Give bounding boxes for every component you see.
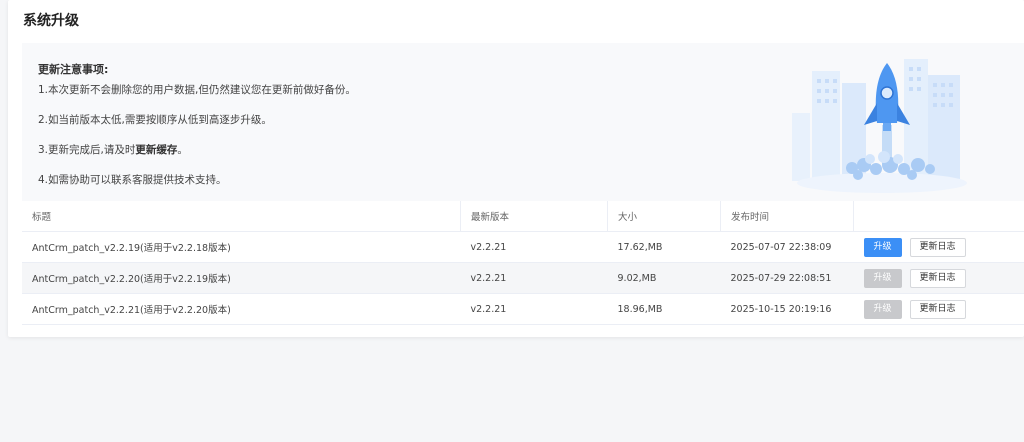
row-size: 9.02,MB (607, 262, 721, 294)
notice-item-3-post: 。 (177, 144, 188, 156)
page-title: 系统升级 (23, 13, 79, 29)
row-actions: 升级 更新日志 (853, 293, 1024, 325)
row-version: v2.2.21 (460, 231, 608, 263)
row-actions: 升级 更新日志 (853, 231, 1024, 263)
upgrade-button: 升级 (863, 299, 902, 319)
row-title: AntCrm_patch_v2.2.19(适用于v2.2.18版本) (22, 231, 461, 263)
changelog-button[interactable]: 更新日志 (909, 237, 966, 257)
upgrade-button[interactable]: 升级 (863, 237, 902, 257)
rocket-launch-illustration (792, 59, 967, 193)
column-size: 大小 (607, 201, 721, 232)
patch-table: 标题 最新版本 大小 发布时间 AntCrm_patch_v2.2.19(适用于… (22, 201, 1024, 325)
upgrade-card: 系统升级 更新注意事项: 1.本次更新不会删除您的用户数据,但仍然建议您在更新前… (8, 0, 1024, 337)
notice-heading: 更新注意事项: (38, 63, 109, 76)
row-date: 2025-10-15 20:19:16 (720, 293, 854, 325)
notice-panel: 更新注意事项: 1.本次更新不会删除您的用户数据,但仍然建议您在更新前做好备份。… (22, 43, 1024, 201)
row-size: 18.96,MB (607, 293, 721, 325)
row-size: 17.62,MB (607, 231, 721, 263)
row-date: 2025-07-29 22:08:51 (720, 262, 854, 294)
column-version: 最新版本 (460, 201, 608, 232)
table-header-row: 标题 最新版本 大小 发布时间 (22, 201, 1024, 232)
row-version: v2.2.21 (460, 293, 608, 325)
notice-item-1: 1.本次更新不会删除您的用户数据,但仍然建议您在更新前做好备份。 (38, 84, 356, 96)
table-row: AntCrm_patch_v2.2.20(适用于v2.2.19版本) v2.2.… (22, 262, 1024, 294)
table-row: AntCrm_patch_v2.2.21(适用于v2.2.20版本) v2.2.… (22, 293, 1024, 325)
column-actions (853, 201, 1024, 232)
changelog-button[interactable]: 更新日志 (909, 299, 966, 319)
row-actions: 升级 更新日志 (853, 262, 1024, 294)
row-date: 2025-07-07 22:38:09 (720, 231, 854, 263)
notice-item-3-pre: 3.更新完成后,请及时 (38, 144, 136, 156)
notice-item-3: 3.更新完成后,请及时更新缓存。 (38, 142, 188, 157)
row-version: v2.2.21 (460, 262, 608, 294)
upgrade-button: 升级 (863, 268, 902, 288)
row-title: AntCrm_patch_v2.2.21(适用于v2.2.20版本) (22, 293, 461, 325)
column-title: 标题 (22, 201, 461, 232)
row-title: AntCrm_patch_v2.2.20(适用于v2.2.19版本) (22, 262, 461, 294)
notice-item-2: 2.如当前版本太低,需要按顺序从低到高逐步升级。 (38, 114, 272, 126)
column-date: 发布时间 (720, 201, 854, 232)
notice-item-3-bold: 更新缓存 (135, 144, 178, 156)
notice-item-4: 4.如需协助可以联系客服提供技术支持。 (38, 174, 227, 186)
table-row: AntCrm_patch_v2.2.19(适用于v2.2.18版本) v2.2.… (22, 231, 1024, 263)
changelog-button[interactable]: 更新日志 (909, 268, 966, 288)
